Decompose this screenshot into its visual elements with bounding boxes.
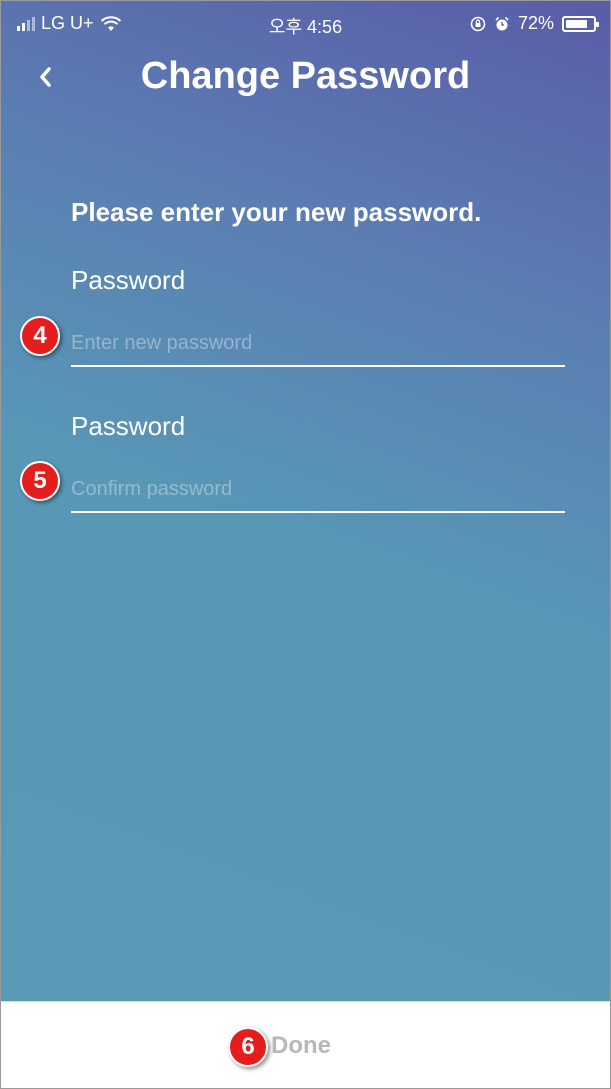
- bottom-bar: 6 Done: [1, 1001, 610, 1088]
- confirm-password-label: Password: [71, 411, 186, 441]
- status-bar: LG U+ 오후 4:56 72%: [1, 1, 610, 49]
- confirm-password-input[interactable]: [71, 467, 565, 513]
- annotation-badge-5: 5: [20, 461, 60, 501]
- form-prompt: Please enter your new password.: [71, 197, 482, 227]
- main-panel: LG U+ 오후 4:56 72% Change Password Please…: [1, 1, 610, 1001]
- rotation-lock-icon: [470, 16, 486, 31]
- annotation-badge-4: 4: [20, 316, 60, 356]
- battery-icon: [562, 15, 599, 32]
- new-password-input[interactable]: [71, 321, 565, 367]
- status-bar-right: 72%: [470, 13, 599, 34]
- done-button[interactable]: Done: [271, 1026, 371, 1066]
- annotation-badge-6: 6: [228, 1027, 268, 1067]
- new-password-label: Password: [71, 265, 186, 295]
- battery-percent: 72%: [517, 13, 554, 33]
- page-title: Change Password: [140, 55, 471, 97]
- phone-screen: LG U+ 오후 4:56 72% Change Password Please…: [0, 0, 611, 1089]
- alarm-icon: [495, 16, 509, 30]
